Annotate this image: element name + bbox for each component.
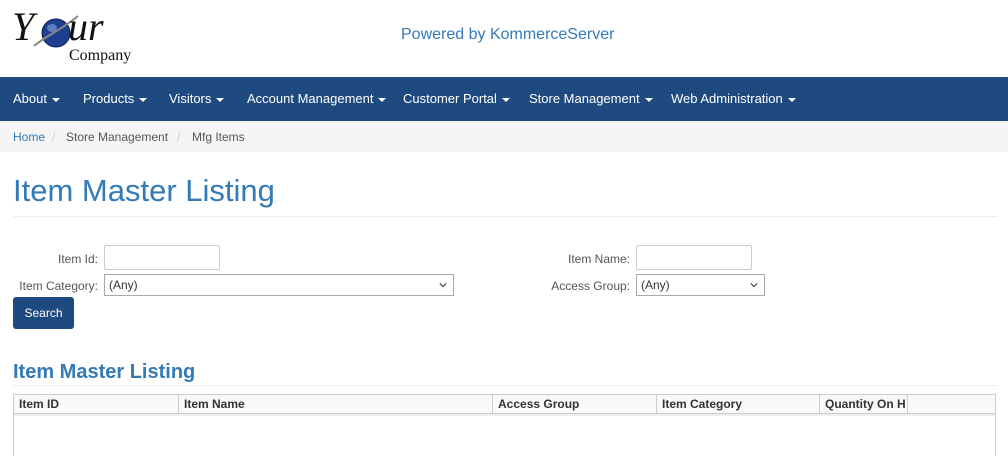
item-id-label: Item Id: — [57, 252, 98, 266]
nav-label: Store Management — [529, 91, 640, 106]
nav-label: Products — [83, 91, 135, 106]
svg-text:Y: Y — [12, 6, 38, 49]
access-group-selected: (Any) — [641, 278, 670, 292]
grid-header: Item ID Item Name Access Group Item Cate… — [14, 395, 995, 414]
grid-body-top — [14, 414, 995, 416]
breadcrumb-separator: / — [177, 130, 181, 144]
nav-item-customer-portal[interactable]: Customer Portal — [403, 77, 510, 121]
caret-down-icon — [216, 97, 225, 102]
item-category-selected: (Any) — [109, 278, 138, 292]
title-divider — [13, 216, 997, 217]
breadcrumb-store-management: Store Management — [66, 130, 169, 144]
breadcrumb-separator: / — [52, 130, 56, 144]
caret-down-icon — [139, 97, 148, 102]
company-logo[interactable]: Y ur Company — [12, 6, 152, 68]
item-name-input[interactable] — [636, 245, 752, 270]
listing-divider — [13, 385, 997, 386]
site-header: Y ur Company Powered by KommerceServer — [0, 0, 1008, 77]
nav-item-web-administration[interactable]: Web Administration — [671, 77, 796, 121]
column-header-item-name[interactable]: Item Name — [179, 395, 493, 413]
breadcrumb-current: Mfg Items — [192, 130, 245, 144]
caret-down-icon — [787, 97, 796, 102]
svg-text:Company: Company — [69, 47, 131, 64]
item-name-label: Item Name: — [567, 252, 630, 266]
nav-label: About — [13, 91, 47, 106]
nav-item-products[interactable]: Products — [83, 77, 148, 121]
breadcrumb: Home / Store Management / Mfg Items — [0, 121, 1008, 152]
caret-down-icon — [501, 97, 510, 102]
nav-label: Account Management — [247, 91, 374, 106]
access-group-label: Access Group: — [551, 279, 630, 293]
caret-down-icon — [51, 97, 60, 102]
item-id-input[interactable] — [104, 245, 220, 270]
item-master-grid: Item ID Item Name Access Group Item Cate… — [13, 394, 996, 456]
page-title: Item Master Listing — [13, 173, 275, 208]
column-header-item-category[interactable]: Item Category — [657, 395, 820, 413]
chevron-down-icon — [750, 283, 758, 288]
powered-by-text: Powered by KommerceServer — [401, 26, 615, 43]
column-header-item-id[interactable]: Item ID — [14, 395, 179, 413]
column-header-quantity-on-hand[interactable]: Quantity On H — [820, 395, 908, 413]
access-group-select[interactable]: (Any) — [636, 274, 765, 296]
search-button[interactable]: Search — [13, 297, 74, 329]
item-category-select[interactable]: (Any) — [104, 274, 454, 296]
nav-item-visitors[interactable]: Visitors — [169, 77, 225, 121]
chevron-down-icon — [439, 283, 447, 288]
caret-down-icon — [644, 97, 653, 102]
breadcrumb-home-link[interactable]: Home — [13, 130, 45, 144]
nav-label: Visitors — [169, 91, 212, 106]
caret-down-icon — [378, 97, 387, 102]
nav-item-store-management[interactable]: Store Management — [529, 77, 653, 121]
column-header-access-group[interactable]: Access Group — [493, 395, 657, 413]
main-navbar: About Products Visitors Account Manageme… — [0, 77, 1008, 121]
nav-item-about[interactable]: About — [13, 77, 60, 121]
svg-text:ur: ur — [68, 6, 104, 49]
nav-item-account-management[interactable]: Account Management — [247, 77, 387, 121]
nav-label: Web Administration — [671, 91, 783, 106]
listing-title: Item Master Listing — [13, 361, 196, 383]
item-category-label: Item Category: — [19, 279, 98, 293]
nav-label: Customer Portal — [403, 91, 497, 106]
